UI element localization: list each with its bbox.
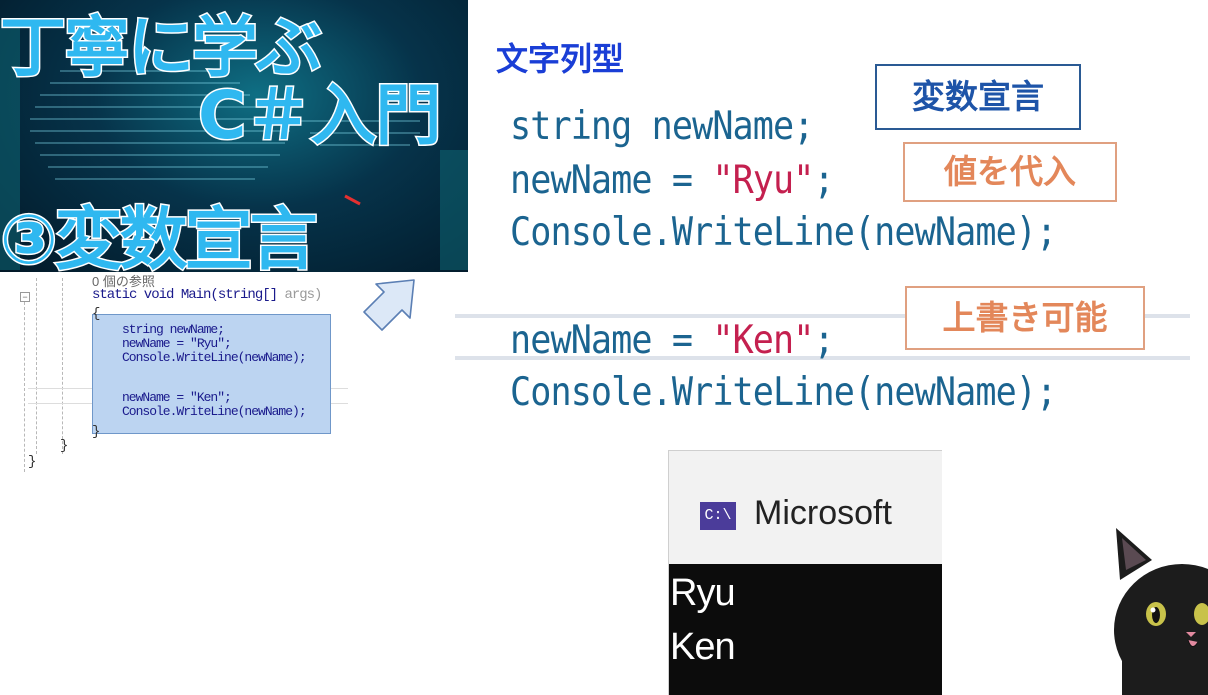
indent-guide bbox=[36, 278, 37, 454]
ide-code-line: Console.WriteLine(newName); bbox=[122, 350, 307, 365]
video-thumbnail: 丁寧に学ぶ C＃入門 ③変数宣言 bbox=[0, 0, 468, 272]
ide-code-line: Console.WriteLine(newName); bbox=[122, 404, 307, 419]
collapse-icon[interactable]: − bbox=[20, 292, 30, 302]
console-title: Microsoft bbox=[754, 494, 892, 532]
code-text: newName = bbox=[510, 158, 713, 203]
string-literal: "Ryu" bbox=[712, 158, 814, 203]
code-text: ; bbox=[813, 158, 834, 203]
signature-text: static void Main(string[] bbox=[92, 287, 278, 303]
code-line-reassign: newName = "Ken"; bbox=[510, 318, 835, 363]
console-app-icon: C:\ bbox=[700, 502, 736, 530]
close-brace: } bbox=[28, 454, 37, 470]
outline-guide bbox=[24, 302, 25, 472]
arrow-up-right-icon bbox=[363, 279, 415, 331]
section-title: 文字列型 bbox=[496, 40, 625, 78]
method-signature: static void Main(string[] args) bbox=[92, 287, 322, 303]
ide-code-line: newName = "Ryu"; bbox=[122, 336, 232, 351]
code-line-writeline: Console.WriteLine(newName); bbox=[510, 370, 1057, 415]
code-line-assign: newName = "Ryu"; bbox=[510, 158, 835, 203]
string-literal: "Ken" bbox=[712, 318, 814, 363]
code-text: newName = bbox=[510, 318, 713, 363]
open-brace: { bbox=[92, 306, 101, 322]
signature-args: args) bbox=[284, 287, 322, 303]
console-output-line: Ken bbox=[670, 626, 736, 668]
code-line-declaration: string newName; bbox=[510, 104, 814, 149]
callout-assignment: 値を代入 bbox=[903, 142, 1117, 202]
thumbnail-episode-label: ③変数宣言 bbox=[0, 200, 319, 273]
console-window: C:\ Microsoft Ryu Ken bbox=[638, 450, 942, 695]
console-output-line: Ryu bbox=[670, 572, 736, 614]
ide-code-line: string newName; bbox=[122, 322, 225, 337]
close-brace: } bbox=[92, 424, 101, 440]
callout-declaration: 変数宣言 bbox=[875, 64, 1081, 130]
close-brace: } bbox=[60, 438, 69, 454]
ide-code-view: − 0 個の参照 static void Main(string[] args)… bbox=[0, 268, 350, 478]
indent-guide bbox=[62, 278, 63, 454]
code-text: ; bbox=[813, 318, 834, 363]
code-line-writeline: Console.WriteLine(newName); bbox=[510, 210, 1057, 255]
ide-code-line: newName = "Ken"; bbox=[122, 390, 232, 405]
thumbnail-title-line2: C＃入門 bbox=[196, 76, 442, 156]
callout-overwrite: 上書き可能 bbox=[905, 286, 1145, 350]
black-cat-mascot bbox=[1114, 528, 1208, 695]
